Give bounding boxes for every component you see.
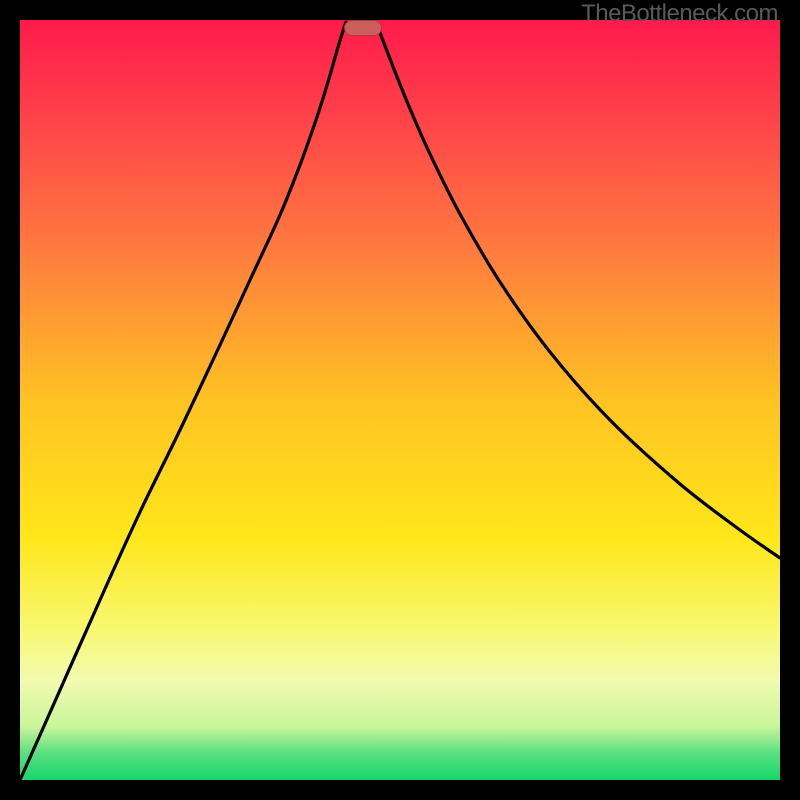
gradient-background [20, 20, 780, 780]
optimum-marker [344, 20, 382, 36]
plot-frame [20, 20, 780, 780]
watermark-text: TheBottleneck.com [581, 0, 778, 28]
plot-svg [20, 20, 780, 780]
